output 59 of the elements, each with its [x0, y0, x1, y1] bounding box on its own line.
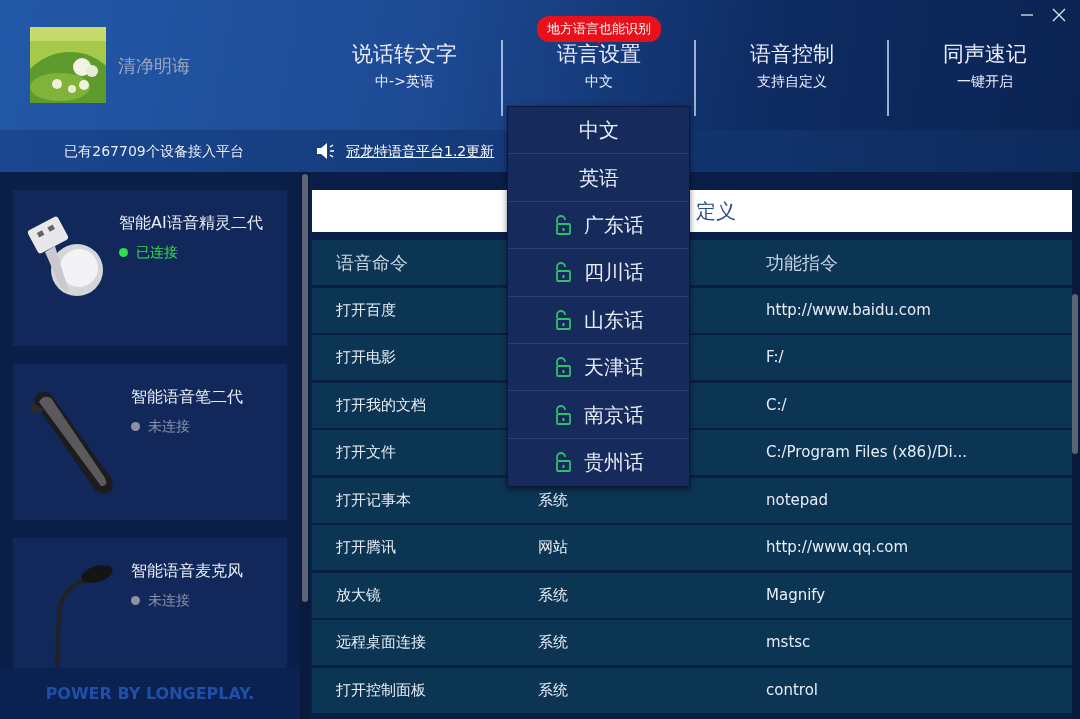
- table-cell-text: 打开我的文档: [335, 394, 427, 416]
- table-cell-text: http://www.qq.com: [766, 537, 909, 559]
- menu-item[interactable]: 山东话: [508, 296, 689, 344]
- hint-badge: 地方语言也能识别: [536, 16, 661, 42]
- device-card[interactable]: 智能语音麦克风 未连接: [13, 538, 287, 668]
- table-cell-text: 远程桌面连接: [335, 632, 427, 654]
- status-text: 已连接: [136, 243, 178, 263]
- menu-item[interactable]: 南京话: [508, 391, 689, 439]
- table-cell-text: C:/: [766, 394, 788, 416]
- table-cell-text: 打开百度: [335, 299, 397, 321]
- close-icon[interactable]: [1052, 8, 1066, 22]
- unlock-icon: [553, 309, 572, 330]
- table-cell-text: 系统: [538, 632, 569, 654]
- table-cell-text: F:/: [766, 347, 785, 369]
- table-cell-text: Magnify: [766, 584, 827, 606]
- status-text: 未连接: [148, 417, 190, 437]
- unlock-icon: [553, 214, 572, 235]
- table-cell-text: 系统: [538, 584, 569, 606]
- menu-item[interactable]: 天津话: [508, 343, 689, 392]
- table-cell-text: 系统: [538, 489, 569, 511]
- scrollbar-thumb[interactable]: [302, 174, 308, 602]
- table-cell-text: mstsc: [766, 632, 812, 654]
- unlock-icon: [553, 452, 572, 473]
- menu-item[interactable]: 英语: [508, 154, 689, 202]
- status-text: 未连接: [148, 591, 190, 611]
- table-cell-text: notepad: [766, 489, 830, 511]
- table-cell-text: 打开腾讯: [335, 537, 397, 559]
- nav-tab[interactable]: 说话转文字 中->英语: [308, 0, 501, 130]
- device-card[interactable]: 智能语音笔二代 未连接: [13, 364, 287, 520]
- table-cell-text: 打开控制面板: [335, 679, 427, 701]
- nav-tab[interactable]: 语音控制 支持自定义: [696, 0, 887, 130]
- device-name: 智能语音麦克风: [131, 560, 244, 582]
- menu-item[interactable]: 贵州话: [508, 438, 689, 487]
- menu-item[interactable]: 广东话: [508, 201, 689, 250]
- user-name: 清净明诲: [118, 53, 190, 78]
- table-cell-text: 系统: [538, 679, 569, 701]
- column-header: 功能指令: [766, 251, 839, 275]
- device-name: 智能语音笔二代: [131, 386, 244, 408]
- device-count-text: 已有267709个设备接入平台: [63, 141, 245, 161]
- nav-tab[interactable]: 同声速记 一键开启: [889, 0, 1080, 130]
- table-cell-text: http://www.baidu.com: [766, 299, 932, 321]
- unlock-icon: [553, 404, 572, 425]
- table-cell-text: 打开文件: [335, 442, 397, 464]
- menu-item[interactable]: 四川话: [508, 249, 689, 297]
- scrollbar-thumb[interactable]: [1072, 294, 1078, 454]
- unlock-icon: [553, 262, 572, 283]
- device-name: 智能AI语音精灵二代: [119, 212, 264, 234]
- table-cell-text: 打开电影: [335, 347, 397, 369]
- table-cell-text: 放大镜: [335, 584, 382, 606]
- announcement-link[interactable]: 冠龙特语音平台1.2更新: [346, 140, 495, 162]
- menu-item[interactable]: 中文: [508, 107, 689, 155]
- table-cell-text: control: [766, 679, 819, 701]
- footer-text: POWER BY LONGEPLAY.: [0, 668, 300, 719]
- table-cell-text: 打开记事本: [335, 489, 412, 511]
- table-cell-text: 网站: [538, 537, 569, 559]
- table-cell-text: C:/Program Files (x86)/Di...: [766, 442, 969, 464]
- device-card[interactable]: 智能AI语音精灵二代 已连接: [13, 190, 287, 346]
- column-header: 语音命令: [335, 251, 409, 275]
- unlock-icon: [553, 357, 572, 378]
